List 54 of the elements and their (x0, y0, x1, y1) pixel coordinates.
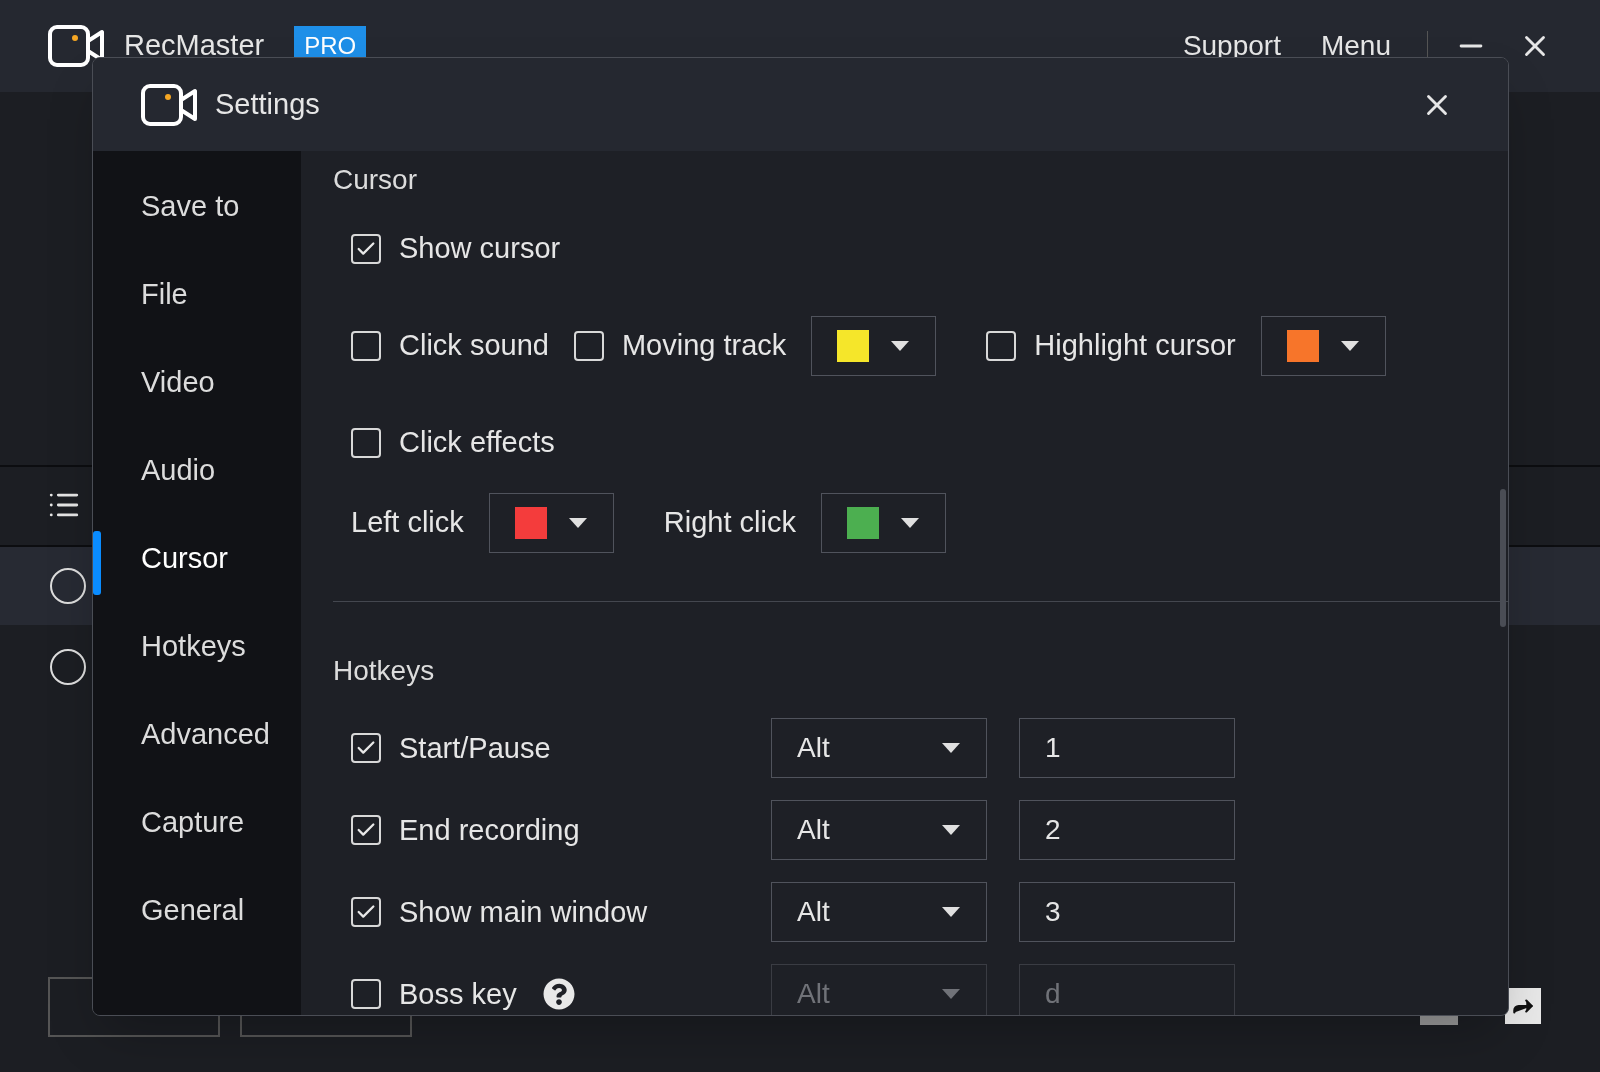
dialog-title: Settings (215, 86, 320, 122)
option-label: Click effects (399, 425, 555, 461)
checkbox[interactable] (351, 897, 381, 927)
section-heading: Hotkeys (333, 654, 436, 688)
checkbox[interactable] (351, 234, 381, 264)
modifier-dropdown[interactable]: Alt (771, 882, 987, 942)
caret-icon (941, 988, 961, 1000)
checkbox[interactable] (573, 331, 604, 361)
hotkey-label: End recording (399, 815, 580, 845)
scrollbar[interactable] (1500, 489, 1506, 627)
sidebar-item[interactable]: Capture (141, 801, 245, 845)
modifier-dropdown[interactable]: Alt (771, 718, 987, 778)
caret-icon (567, 517, 588, 529)
sidebar-item[interactable]: Video (141, 361, 215, 405)
caret-icon (890, 340, 911, 352)
caret-icon (941, 824, 961, 836)
hotkey-label: Show main window (399, 897, 648, 927)
modifier-dropdown[interactable]: Alt (771, 800, 987, 860)
caret-icon (941, 906, 961, 918)
option-label: Click sound (399, 328, 549, 364)
sidebar-item[interactable]: Advanced (141, 713, 270, 757)
sidebar-item[interactable]: General (141, 889, 245, 933)
checkbox[interactable] (351, 428, 381, 458)
hotkey-label: Start/Pause (399, 733, 551, 763)
caret-icon (900, 517, 920, 529)
sidebar-item[interactable]: Hotkeys (141, 625, 246, 669)
share-button[interactable] (1505, 988, 1541, 1024)
checkbox[interactable] (986, 331, 1017, 361)
key-input-field[interactable]: 1 (1019, 718, 1235, 778)
color-dropdown[interactable] (488, 493, 614, 553)
color-dropdown[interactable] (1260, 316, 1386, 376)
section-heading: Cursor (333, 163, 418, 197)
caret-icon (1339, 340, 1360, 352)
sidebar-item[interactable]: Cursor (141, 537, 228, 581)
color-dropdown[interactable] (821, 493, 946, 553)
option-label: Show cursor (399, 231, 561, 267)
checkbox[interactable] (351, 733, 381, 763)
hotkey-label: Boss key (399, 979, 517, 1009)
option-label: Highlight cursor (1034, 328, 1236, 364)
caret-icon (941, 742, 961, 754)
field-label: Left click (351, 505, 464, 541)
checkbox[interactable] (351, 815, 381, 845)
key-input-field[interactable]: 2 (1019, 800, 1235, 860)
sidebar-item[interactable]: File (141, 273, 188, 317)
color-dropdown[interactable] (811, 316, 937, 376)
option-label: Moving track (621, 328, 787, 364)
key-input-field[interactable]: 3 (1019, 882, 1235, 942)
camera-logo-icon (141, 83, 199, 126)
sidebar-item[interactable]: Audio (141, 449, 216, 493)
app-title: RecMaster (124, 28, 265, 64)
camera-logo-icon (48, 25, 106, 67)
sidebar-item[interactable]: Save to (141, 185, 240, 229)
checkbox[interactable] (351, 331, 381, 361)
field-label: Right click (663, 505, 796, 541)
